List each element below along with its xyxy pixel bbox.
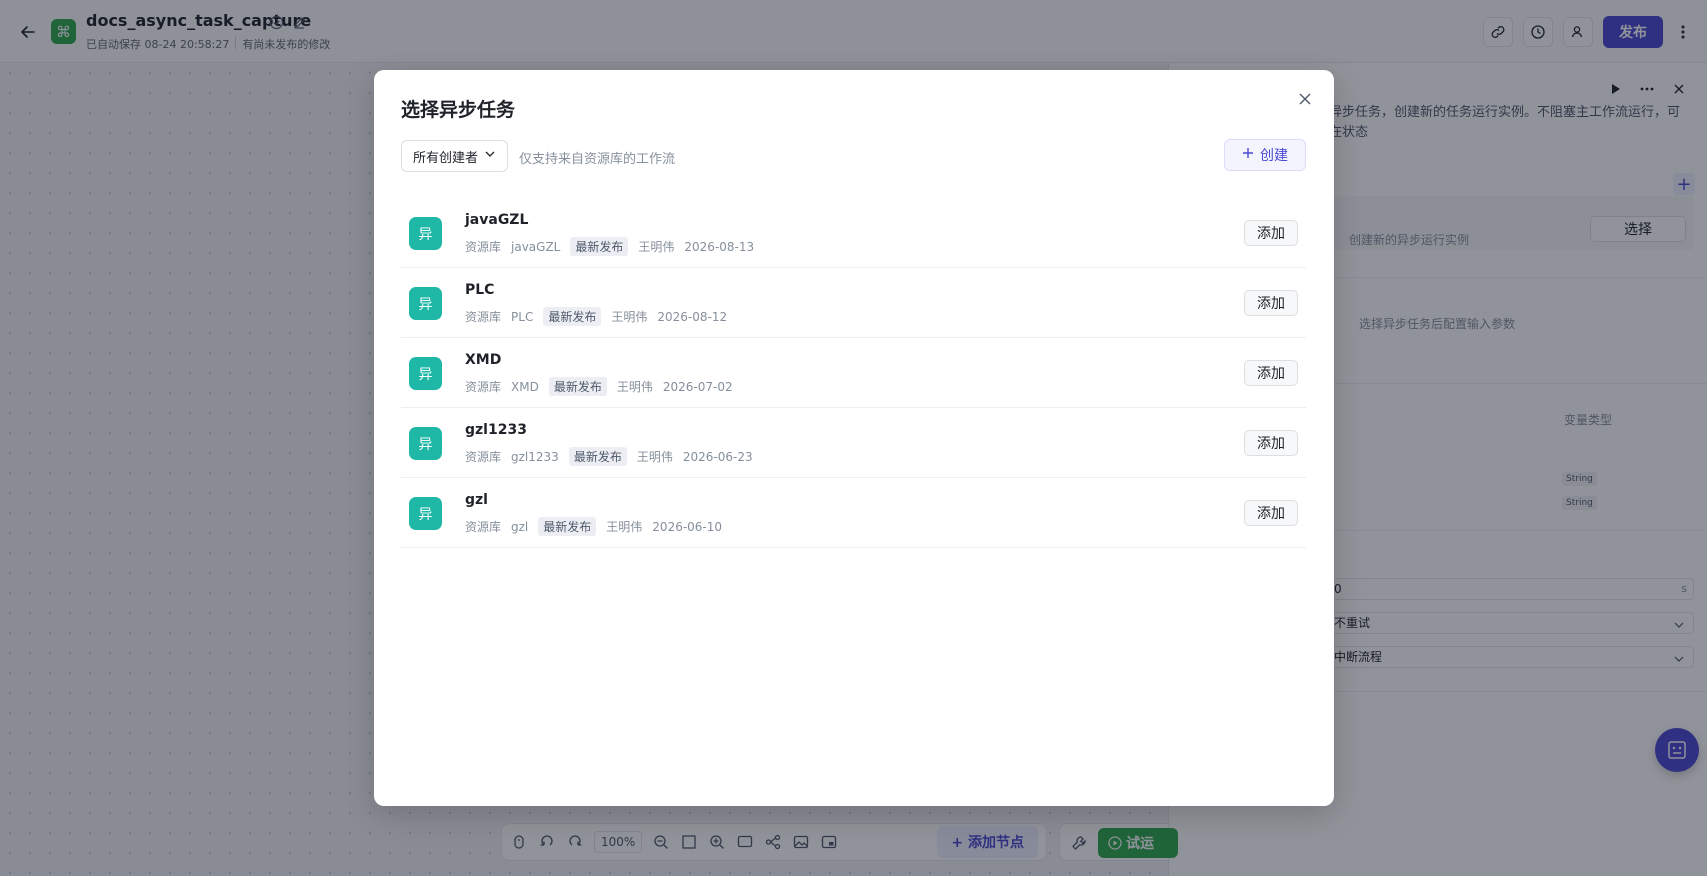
source-label: 资源库 [465, 380, 502, 394]
list-item: 异 javaGZL 资源库 javaGZL 最新发布 王明伟 2026-08-1… [401, 198, 1306, 268]
filter-hint: 仅支持来自资源库的工作流 [519, 152, 676, 167]
status-badge: 最新发布 [548, 377, 607, 396]
select-async-task-dialog: 选择异步任务 所有创建者 仅支持来自资源库的工作流 创建 异 javaGZL 资… [374, 70, 1334, 806]
author: 王明伟 [638, 240, 675, 254]
chevron-down-icon [484, 148, 496, 164]
task-name: XMD [465, 352, 502, 368]
workflow-name: XMD [511, 379, 539, 394]
source-label: 资源库 [465, 240, 502, 254]
workflow-name: PLC [511, 309, 534, 324]
list-item: 异 PLC 资源库 PLC 最新发布 王明伟 2026-08-12 添加 [401, 268, 1306, 338]
async-task-icon: 异 [409, 497, 442, 530]
dialog-title: 选择异步任务 [401, 99, 516, 121]
async-task-icon: 异 [409, 287, 442, 320]
plus-icon [1242, 147, 1254, 163]
date: 2026-06-23 [682, 449, 753, 464]
add-button[interactable]: 添加 [1244, 360, 1298, 386]
add-button[interactable]: 添加 [1244, 500, 1298, 526]
date: 2026-06-10 [652, 519, 723, 534]
task-name: gzl1233 [465, 422, 527, 438]
task-name: PLC [465, 282, 495, 298]
close-icon[interactable] [1296, 90, 1314, 108]
date: 2026-07-02 [662, 379, 733, 394]
author: 王明伟 [636, 450, 673, 464]
list-item: 异 gzl 资源库 gzl 最新发布 王明伟 2026-06-10 添加 [401, 478, 1306, 548]
status-badge: 最新发布 [570, 237, 629, 256]
status-badge: 最新发布 [568, 447, 627, 466]
author: 王明伟 [606, 520, 643, 534]
author: 王明伟 [611, 310, 648, 324]
add-button[interactable]: 添加 [1244, 430, 1298, 456]
task-name: javaGZL [465, 212, 529, 228]
add-button[interactable]: 添加 [1244, 220, 1298, 246]
list-item: 异 XMD 资源库 XMD 最新发布 王明伟 2026-07-02 添加 [401, 338, 1306, 408]
async-task-icon: 异 [409, 427, 442, 460]
date: 2026-08-12 [657, 309, 728, 324]
source-label: 资源库 [465, 450, 502, 464]
workflow-name: gzl [511, 519, 529, 534]
source-label: 资源库 [465, 520, 502, 534]
task-list: 异 javaGZL 资源库 javaGZL 最新发布 王明伟 2026-08-1… [401, 198, 1306, 548]
async-task-icon: 异 [409, 217, 442, 250]
status-badge: 最新发布 [543, 307, 602, 326]
add-button[interactable]: 添加 [1244, 290, 1298, 316]
creator-filter-select[interactable]: 所有创建者 [401, 140, 508, 172]
date: 2026-08-13 [684, 239, 755, 254]
async-task-icon: 异 [409, 357, 442, 390]
status-badge: 最新发布 [538, 517, 597, 536]
author: 王明伟 [616, 380, 653, 394]
create-button[interactable]: 创建 [1224, 139, 1306, 171]
workflow-name: javaGZL [511, 239, 561, 254]
source-label: 资源库 [465, 310, 502, 324]
task-name: gzl [465, 492, 488, 508]
workflow-name: gzl1233 [511, 449, 559, 464]
list-item: 异 gzl1233 资源库 gzl1233 最新发布 王明伟 2026-06-2… [401, 408, 1306, 478]
